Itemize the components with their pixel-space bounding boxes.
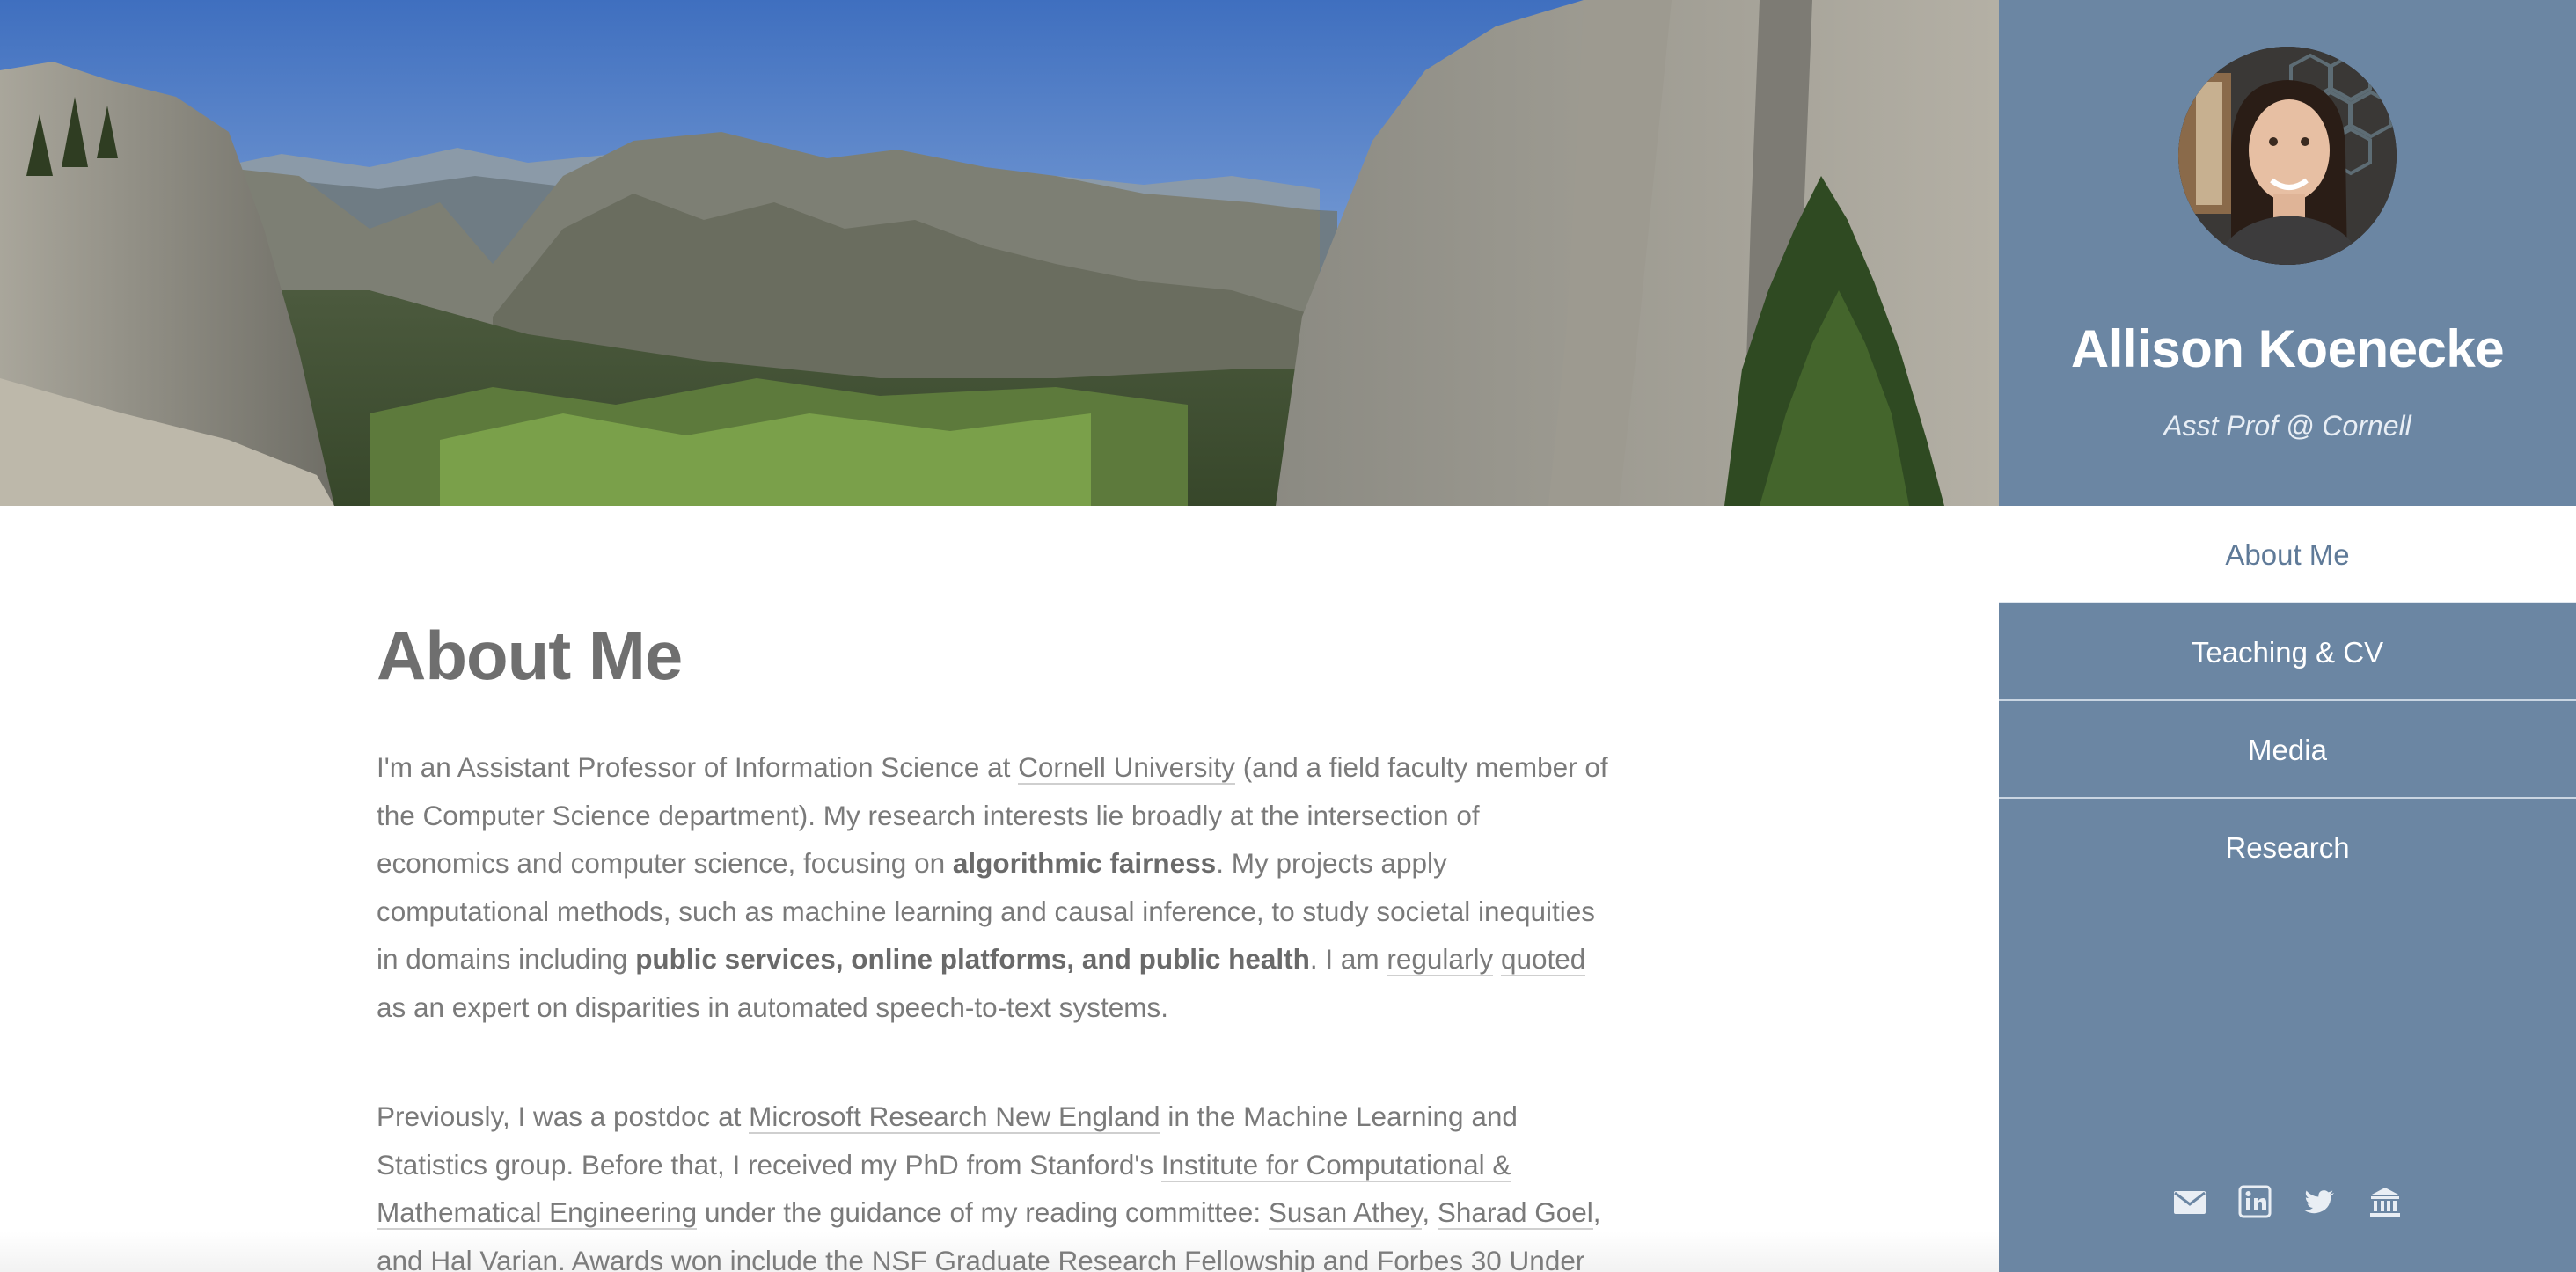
text: and	[1314, 1244, 1377, 1272]
microsoft-research-link[interactable]: Microsoft Research New England	[749, 1100, 1160, 1134]
text	[1493, 943, 1501, 975]
regularly-link[interactable]: regularly	[1387, 943, 1494, 976]
text: Previously, I was a postdoc at	[377, 1100, 750, 1132]
about-paragraph-2: Previously, I was a postdoc at Microsoft…	[377, 1093, 1608, 1272]
nav-item-about-me[interactable]: About Me	[1999, 506, 2576, 603]
sharad-goel-link[interactable]: Sharad Goel	[1437, 1196, 1593, 1230]
text: . Awards won include the	[558, 1244, 872, 1272]
cornell-university-link[interactable]: Cornell University	[1018, 751, 1235, 785]
header-banner-image	[0, 0, 1999, 506]
page-title: About Me	[377, 617, 683, 694]
text: under the guidance of my reading committ…	[697, 1196, 1269, 1228]
avatar	[2178, 47, 2397, 265]
susan-athey-link[interactable]: Susan Athey	[1268, 1196, 1423, 1230]
algorithmic-fairness-bold: algorithmic fairness	[952, 847, 1217, 879]
text: I'm an Assistant Professor of Informatio…	[377, 751, 1019, 783]
domains-bold: public services, online platforms, and p…	[635, 943, 1310, 975]
twitter-icon[interactable]	[2302, 1184, 2338, 1219]
envelope-icon[interactable]	[2172, 1184, 2207, 1219]
quoted-link[interactable]: quoted	[1500, 943, 1586, 976]
text: as an expert on disparities in automated…	[377, 991, 1168, 1023]
social-links	[1999, 1184, 2576, 1219]
text: . I am	[1309, 943, 1387, 975]
nav-item-teaching-cv[interactable]: Teaching & CV	[1999, 603, 2576, 701]
profile-name: Allison Koenecke	[2070, 319, 2505, 378]
nav-item-research[interactable]: Research	[1999, 799, 2576, 896]
linkedin-icon[interactable]	[2237, 1184, 2272, 1219]
sidebar-nav: About Me Teaching & CV Media Research	[1999, 506, 2576, 896]
sidebar: Allison Koenecke Asst Prof @ Cornell Abo…	[1999, 0, 2576, 1272]
nav-item-media[interactable]: Media	[1999, 701, 2576, 799]
text: ,	[1422, 1196, 1438, 1228]
profile-header: Allison Koenecke Asst Prof @ Cornell	[1999, 0, 2576, 506]
institution-icon[interactable]	[2367, 1184, 2403, 1219]
nsf-fellowship-link[interactable]: NSF Graduate Research Fellowship	[871, 1244, 1315, 1272]
about-paragraph-1: I'm an Assistant Professor of Informatio…	[377, 743, 1608, 1031]
hal-varian-link[interactable]: Hal Varian	[430, 1244, 559, 1272]
profile-subtitle: Asst Prof @ Cornell	[2163, 410, 2411, 442]
